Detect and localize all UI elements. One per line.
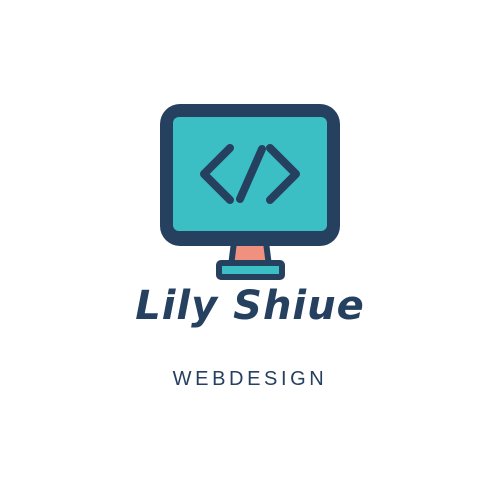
brand-name: Lily Shiue [135,283,365,329]
tagline: WEBDESIGN [172,368,328,390]
monitor-stand-base [216,260,285,280]
monitor-code-icon [160,104,340,280]
logo: Lily Shiue WEBDESIGN [0,0,500,500]
